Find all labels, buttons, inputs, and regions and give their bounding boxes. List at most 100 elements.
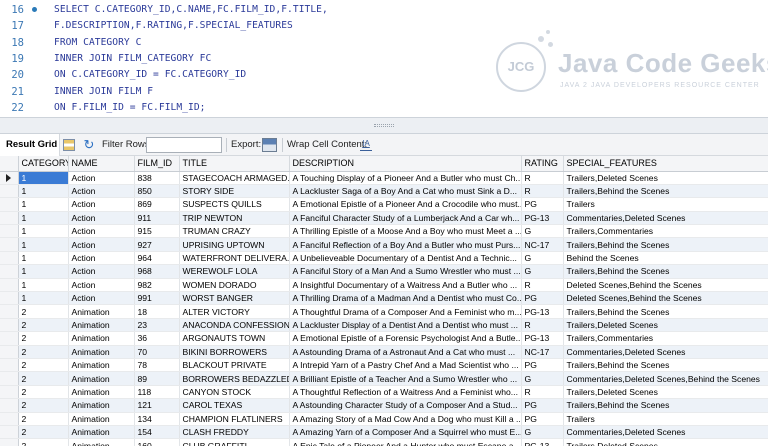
row-gutter[interactable] <box>0 331 19 346</box>
cell-name[interactable]: Animation <box>68 425 135 440</box>
cell-title[interactable]: SUSPECTS QUILLS <box>179 197 290 212</box>
row-gutter[interactable] <box>0 184 19 199</box>
cell-description[interactable]: A Emotional Epistle of a Pioneer And a C… <box>289 197 522 212</box>
cell-name[interactable]: Animation <box>68 385 135 400</box>
column-header-special-features[interactable]: SPECIAL_FEATURES <box>563 156 768 172</box>
cell-rating[interactable]: G <box>521 425 564 440</box>
table-row[interactable]: 2 Animation 121 CAROL TEXAS A Astounding Cha… <box>0 398 768 413</box>
cell-category-id[interactable]: 1 <box>18 237 69 252</box>
cell-title[interactable]: ARGONAUTS TOWN <box>179 331 290 346</box>
cell-film-id[interactable]: 78 <box>134 358 180 373</box>
row-gutter[interactable] <box>0 358 19 373</box>
cell-category-id[interactable]: 2 <box>18 425 69 440</box>
cell-category-id[interactable]: 2 <box>18 358 69 373</box>
cell-rating[interactable]: PG <box>521 197 564 212</box>
row-gutter[interactable] <box>0 371 19 386</box>
cell-special-features[interactable]: Trailers,Behind the Scenes <box>563 264 768 279</box>
cell-description[interactable]: A Unbelieveable Documentary of a Dentist… <box>289 251 522 266</box>
cell-description[interactable]: A Epic Tale of a Pioneer And a Hunter wh… <box>289 438 522 446</box>
table-row[interactable]: 2 Animation 160 CLUB GRAFFITI A Epic Tale of… <box>0 438 768 446</box>
cell-category-id[interactable]: 2 <box>18 331 69 346</box>
cell-title[interactable]: CAROL TEXAS <box>179 398 290 413</box>
cell-title[interactable]: STAGECOACH ARMAGED... <box>179 171 290 185</box>
cell-description[interactable]: A Thoughtful Drama of a Composer And a F… <box>289 304 522 319</box>
cell-title[interactable]: CLASH FREDDY <box>179 425 290 440</box>
cell-name[interactable]: Action <box>68 251 135 266</box>
wrap-cell-icon[interactable]: IA <box>360 139 372 151</box>
cell-film-id[interactable]: 89 <box>134 371 180 386</box>
cell-rating[interactable]: R <box>521 385 564 400</box>
sql-editor[interactable]: 16 SELECT C.CATEGORY_ID,C.NAME,FC.FILM_ID… <box>0 0 768 117</box>
cell-description[interactable]: A Fanciful Reflection of a Boy And a But… <box>289 237 522 252</box>
table-row[interactable]: 2 Animation 23 ANACONDA CONFESSIONS A Lacklu… <box>0 318 768 333</box>
cell-film-id[interactable]: 968 <box>134 264 180 279</box>
cell-title[interactable]: UPRISING UPTOWN <box>179 237 290 252</box>
cell-rating[interactable]: G <box>521 251 564 266</box>
table-row[interactable]: 1 Action 838 STAGECOACH ARMAGED... A Touchin… <box>0 171 768 185</box>
cell-description[interactable]: A Astounding Character Study of a Compos… <box>289 398 522 413</box>
table-row[interactable]: 2 Animation 154 CLASH FREDDY A Amazing Yarn … <box>0 425 768 440</box>
table-row[interactable]: 2 Animation 134 CHAMPION FLATLINERS A Amazin… <box>0 412 768 426</box>
cell-special-features[interactable]: Trailers,Deleted Scenes <box>563 385 768 400</box>
table-row[interactable]: 2 Animation 36 ARGONAUTS TOWN A Emotional Ep… <box>0 331 768 346</box>
cell-film-id[interactable]: 18 <box>134 304 180 319</box>
cell-description[interactable]: A Touching Display of a Pioneer And a Bu… <box>289 171 522 185</box>
cell-name[interactable]: Animation <box>68 358 135 373</box>
row-gutter[interactable] <box>0 278 19 293</box>
column-header-film-id[interactable]: FILM_ID <box>134 156 180 172</box>
cell-description[interactable]: A Fanciful Character Study of a Lumberja… <box>289 211 522 226</box>
cell-name[interactable]: Action <box>68 171 135 185</box>
cell-film-id[interactable]: 154 <box>134 425 180 440</box>
cell-category-id[interactable]: 1 <box>18 278 69 293</box>
cell-rating[interactable]: G <box>521 264 564 279</box>
row-gutter[interactable] <box>0 425 19 440</box>
table-row[interactable]: 1 Action 991 WORST BANGER A Thrilling Drama … <box>0 291 768 306</box>
cell-rating[interactable]: R <box>521 184 564 199</box>
row-gutter[interactable] <box>0 264 19 279</box>
cell-category-id[interactable]: 2 <box>18 398 69 413</box>
cell-category-id[interactable]: 2 <box>18 345 69 359</box>
cell-name[interactable]: Action <box>68 224 135 239</box>
cell-title[interactable]: STORY SIDE <box>179 184 290 199</box>
row-gutter[interactable] <box>0 412 19 426</box>
row-gutter[interactable] <box>0 318 19 333</box>
table-row[interactable]: 2 Animation 78 BLACKOUT PRIVATE A Intrepid Y… <box>0 358 768 373</box>
table-row[interactable]: 2 Animation 89 BORROWERS BEDAZZLED A Brillia… <box>0 371 768 386</box>
panel-splitter[interactable] <box>0 117 768 134</box>
grid-view-icon[interactable] <box>63 139 75 151</box>
table-row[interactable]: 1 Action 911 TRIP NEWTON A Fanciful Characte… <box>0 211 768 226</box>
cell-film-id[interactable]: 134 <box>134 412 180 426</box>
cell-name[interactable]: Action <box>68 264 135 279</box>
cell-category-id[interactable]: 1 <box>18 224 69 239</box>
cell-film-id[interactable]: 991 <box>134 291 180 306</box>
cell-title[interactable]: TRIP NEWTON <box>179 211 290 226</box>
cell-film-id[interactable]: 869 <box>134 197 180 212</box>
cell-description[interactable]: A Intrepid Yarn of a Pastry Chef And a M… <box>289 358 522 373</box>
row-gutter[interactable] <box>0 291 19 306</box>
column-header-description[interactable]: DESCRIPTION <box>289 156 522 172</box>
cell-name[interactable]: Action <box>68 197 135 212</box>
cell-rating[interactable]: NC-17 <box>521 237 564 252</box>
cell-category-id[interactable]: 1 <box>18 184 69 199</box>
cell-title[interactable]: WEREWOLF LOLA <box>179 264 290 279</box>
cell-rating[interactable]: PG-13 <box>521 211 564 226</box>
cell-title[interactable]: TRUMAN CRAZY <box>179 224 290 239</box>
cell-name[interactable]: Action <box>68 278 135 293</box>
code-text[interactable]: SELECT C.CATEGORY_ID,C.NAME,FC.FILM_ID,F… <box>54 2 328 18</box>
cell-special-features[interactable]: Trailers,Behind the Scenes <box>563 358 768 373</box>
table-row[interactable]: 1 Action 850 STORY SIDE A Lackluster Saga of… <box>0 184 768 199</box>
cell-special-features[interactable]: Trailers,Deleted Scenes <box>563 171 768 185</box>
cell-special-features[interactable]: Commentaries,Deleted Scenes <box>563 425 768 440</box>
cell-special-features[interactable]: Trailers,Deleted Scenes <box>563 318 768 333</box>
cell-rating[interactable]: NC-17 <box>521 345 564 359</box>
cell-description[interactable]: A Fanciful Story of a Man And a Sumo Wre… <box>289 264 522 279</box>
cell-special-features[interactable]: Trailers <box>563 412 768 426</box>
cell-special-features[interactable]: Commentaries,Deleted Scenes <box>563 211 768 226</box>
cell-title[interactable]: WATERFRONT DELIVERA... <box>179 251 290 266</box>
cell-description[interactable]: A Amazing Yarn of a Composer And a Squir… <box>289 425 522 440</box>
cell-category-id[interactable]: 2 <box>18 438 69 446</box>
table-row[interactable]: 2 Animation 70 BIKINI BORROWERS A Astounding… <box>0 345 768 359</box>
result-grid-tab[interactable]: Result Grid <box>0 134 60 156</box>
cell-title[interactable]: BORROWERS BEDAZZLED <box>179 371 290 386</box>
cell-rating[interactable]: R <box>521 278 564 293</box>
